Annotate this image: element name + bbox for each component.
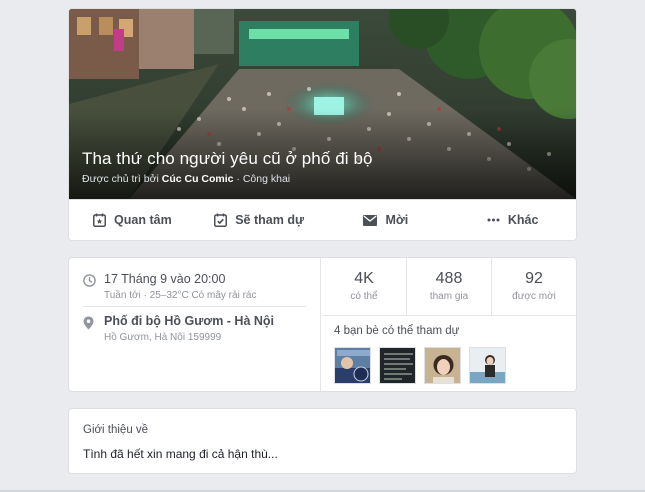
friend-avatar[interactable]	[469, 347, 506, 384]
attendance-panel: 4K có thể 488 tham gia 92 được mời 4 bạn…	[322, 258, 576, 391]
going-label: Sẽ tham dự	[235, 213, 305, 227]
going-button[interactable]: Sẽ tham dự	[196, 213, 323, 227]
stat-going-count: 488	[435, 270, 463, 287]
interested-label: Quan tâm	[114, 213, 172, 227]
stat-maybe-count: 4K	[354, 270, 374, 287]
more-dots-icon	[487, 218, 500, 222]
attendance-stats: 4K có thể 488 tham gia 92 được mời	[322, 258, 576, 316]
clock-icon	[83, 274, 96, 287]
event-actions-bar: Quan tâm Sẽ tham dự Mời Khác	[69, 199, 576, 240]
more-label: Khác	[507, 213, 539, 227]
more-button[interactable]: Khác	[449, 213, 576, 227]
invite-button[interactable]: Mời	[323, 213, 450, 227]
friends-avatars	[334, 347, 506, 384]
stat-invited[interactable]: 92 được mời	[492, 258, 576, 315]
stat-invited-count: 92	[525, 270, 543, 287]
event-host-line: Được chủ trì bởi Cúc Cu Comic · Công kha…	[82, 173, 290, 185]
friend-avatar-image	[380, 348, 415, 383]
host-name-link[interactable]: Cúc Cu Comic	[162, 173, 234, 185]
friend-avatar-image	[425, 348, 460, 383]
friends-attending-label[interactable]: 4 bạn bè có thể tham dự	[334, 325, 459, 337]
friend-avatar-image	[335, 348, 370, 383]
stat-invited-label: được mời	[512, 291, 556, 302]
friend-avatar[interactable]	[379, 347, 416, 384]
details-divider	[83, 306, 306, 307]
event-weather: Tuần tới · 25–32°C Có mây rải rác	[104, 290, 257, 301]
event-header-card: Tha thứ cho người yêu cũ ở phố đi bộ Đượ…	[69, 9, 576, 240]
stat-maybe[interactable]: 4K có thể	[322, 258, 407, 315]
stat-maybe-label: có thể	[350, 291, 378, 302]
event-title: Tha thứ cho người yêu cũ ở phố đi bộ	[82, 149, 373, 168]
privacy-label: · Công khai	[233, 173, 291, 185]
friend-avatar[interactable]	[424, 347, 461, 384]
check-calendar-icon	[214, 213, 228, 227]
envelope-icon	[363, 214, 378, 226]
stat-going[interactable]: 488 tham gia	[407, 258, 492, 315]
event-time: 17 Tháng 9 vào 20:00	[104, 272, 226, 286]
about-heading: Giới thiệu về	[83, 424, 149, 436]
invite-label: Mời	[385, 213, 409, 227]
event-about-card: Giới thiệu về Tình đã hết xin mang đi cả…	[69, 409, 576, 473]
friend-avatar[interactable]	[334, 347, 371, 384]
event-location-address: Hồ Gươm, Hà Nội 159999	[104, 332, 222, 343]
friend-avatar-image	[470, 348, 505, 383]
location-pin-icon	[83, 316, 94, 330]
event-cover-photo[interactable]: Tha thứ cho người yêu cũ ở phố đi bộ Đượ…	[69, 9, 576, 199]
about-description: Tình đã hết xin mang đi cả hận thù...	[83, 447, 278, 461]
event-details-card: 17 Tháng 9 vào 20:00 Tuần tới · 25–32°C …	[69, 258, 576, 391]
event-location-name: Phố đi bộ Hồ Gươm - Hà Nội	[104, 314, 275, 328]
star-calendar-icon	[93, 213, 107, 227]
host-prefix: Được chủ trì bởi	[82, 173, 162, 185]
event-info-panel: 17 Tháng 9 vào 20:00 Tuần tới · 25–32°C …	[69, 258, 321, 391]
stat-going-label: tham gia	[429, 291, 469, 302]
interested-button[interactable]: Quan tâm	[69, 213, 196, 227]
